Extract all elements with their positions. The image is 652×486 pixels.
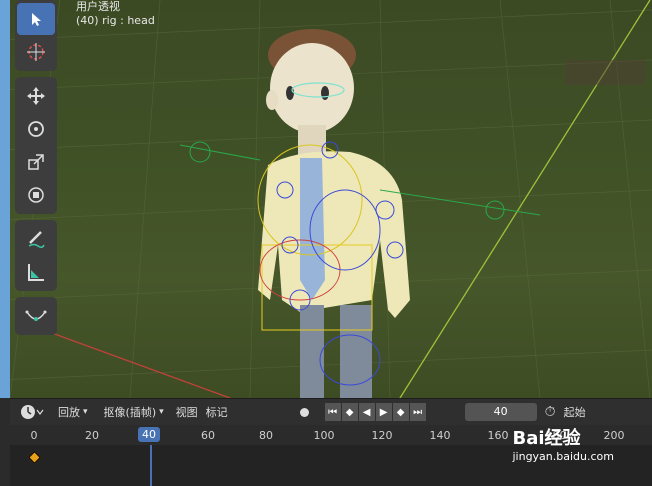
- active-object-label: (40) rig : head: [76, 14, 155, 27]
- record-icon: [299, 407, 309, 417]
- measure-tool[interactable]: [17, 256, 55, 288]
- ruler-tick-label: 20: [85, 429, 99, 442]
- next-keyframe-icon: ◆: [396, 406, 405, 418]
- playback-label: 回放: [58, 406, 80, 419]
- transform-icon: [28, 187, 44, 203]
- ruler-tick-label: 120: [371, 429, 393, 442]
- keying-menu[interactable]: 抠像(插帧) ▾: [99, 402, 168, 422]
- tool-shelf: [15, 0, 57, 341]
- current-frame-indicator[interactable]: 40: [138, 427, 160, 442]
- ruler-tick-label: 140: [429, 429, 451, 442]
- chevron-down-icon: ▾: [83, 407, 88, 417]
- jump-start-icon: ⏮: [328, 406, 338, 418]
- curve-tool[interactable]: [17, 300, 55, 332]
- start-frame-label: 起始: [563, 406, 586, 419]
- clock-icon: [21, 405, 44, 419]
- play-reverse-button[interactable]: ◀: [358, 403, 375, 421]
- scale-icon: [28, 154, 44, 170]
- viewport-info: 用户透视 (40) rig : head: [76, 0, 155, 28]
- jump-end-icon: ⏭: [413, 406, 423, 418]
- view-menu-label: 视图: [175, 406, 198, 419]
- 3d-viewport[interactable]: 用户透视 (40) rig : head: [0, 0, 652, 398]
- tool-group-select: [15, 0, 57, 71]
- move-tool[interactable]: [17, 80, 55, 112]
- prev-keyframe-button[interactable]: ◆: [341, 403, 358, 421]
- editor-type-button[interactable]: [20, 404, 46, 420]
- view-menu[interactable]: 视图: [176, 404, 198, 420]
- scene-canvas: [0, 0, 652, 398]
- tool-group-curve: [15, 297, 57, 335]
- playhead[interactable]: [150, 445, 152, 486]
- select-box-tool[interactable]: [17, 3, 55, 35]
- 3d-cursor-tool[interactable]: [17, 36, 55, 68]
- keyframe-marker[interactable]: [28, 451, 41, 464]
- annotate-tool[interactable]: [17, 223, 55, 255]
- tool-group-annotate: [15, 220, 57, 291]
- ruler-tick-label: 60: [201, 429, 215, 442]
- window-edge: [0, 0, 10, 398]
- ruler-tick-label: 100: [313, 429, 335, 442]
- play-icon: ▶: [379, 406, 388, 418]
- next-keyframe-button[interactable]: ◆: [392, 403, 409, 421]
- crosshair-icon: [27, 43, 45, 61]
- view-mode-label: 用户透视: [76, 0, 120, 13]
- prev-keyframe-icon: ◆: [345, 406, 354, 418]
- start-frame-field[interactable]: 起始: [564, 404, 586, 420]
- pencil-icon: [28, 231, 45, 249]
- cursor-arrow-icon: [32, 13, 41, 26]
- ruler-tick-label: 160: [487, 429, 509, 442]
- preview-range-toggle[interactable]: ⏱: [545, 404, 556, 420]
- watermark-brand: Bai经验: [512, 428, 581, 449]
- play-button[interactable]: ▶: [375, 403, 392, 421]
- move-arrows-icon: [27, 87, 45, 105]
- timeline-header: 回放 ▾ 抠像(插帧) ▾ 视图 标记 ⏮ ◆ ◀ ▶ ◆ ⏭ 40 ⏱ 起始: [10, 398, 652, 425]
- transform-tool[interactable]: [17, 179, 55, 211]
- marker-menu[interactable]: 标记: [206, 404, 228, 420]
- ruler-icon: [28, 264, 44, 281]
- bezier-curve-icon: [25, 310, 47, 321]
- ruler-tick-label: 80: [259, 429, 273, 442]
- marker-menu-label: 标记: [205, 406, 228, 419]
- rotate-tool[interactable]: [17, 113, 55, 145]
- ruler-tick-label: 0: [30, 429, 38, 442]
- stopwatch-icon: ⏱: [544, 404, 556, 420]
- current-frame-field[interactable]: 40: [464, 403, 537, 421]
- record-button[interactable]: [299, 407, 309, 417]
- scale-tool[interactable]: [17, 146, 55, 178]
- tool-group-transform: [15, 77, 57, 214]
- playback-menu[interactable]: 回放 ▾: [54, 402, 92, 422]
- watermark-url: jingyan.baidu.com: [512, 450, 614, 463]
- keying-label: 抠像(插帧): [103, 406, 157, 419]
- current-frame-value: 40: [464, 403, 537, 421]
- rotate-icon: [28, 121, 44, 137]
- playback-controls: ⏮ ◆ ◀ ▶ ◆ ⏭: [324, 403, 427, 421]
- chevron-down-icon: ▾: [159, 407, 164, 417]
- watermark: Bai经验 jingyan.baidu.com: [512, 424, 614, 463]
- play-reverse-icon: ◀: [362, 406, 371, 418]
- jump-end-button[interactable]: ⏭: [409, 403, 426, 421]
- jump-start-button[interactable]: ⏮: [324, 403, 341, 421]
